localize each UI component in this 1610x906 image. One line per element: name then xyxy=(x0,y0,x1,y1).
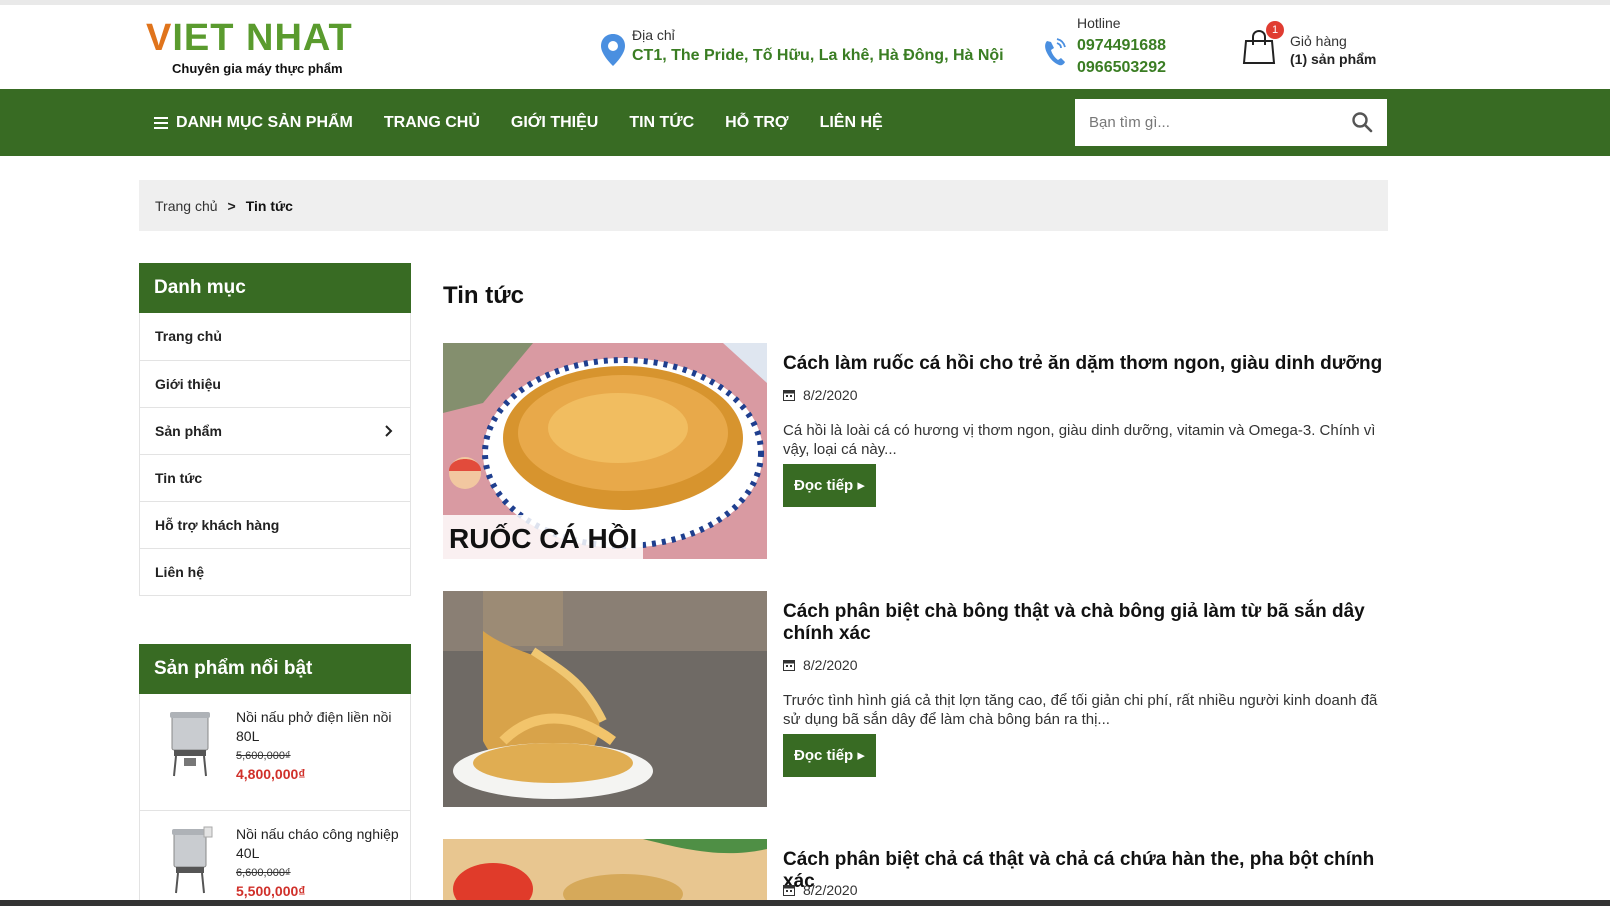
sidebar-featured: Sản phẩm nổi bật Nồi nấu phở điện liền n… xyxy=(139,644,411,906)
caret-right-icon: ▸ xyxy=(857,747,865,764)
sidebar-category-list: Trang chủ Giới thiệu Sản phẩm Tin tức Hỗ… xyxy=(139,313,411,596)
sidebar-item-support[interactable]: Hỗ trợ khách hàng xyxy=(140,501,410,548)
article-image[interactable] xyxy=(443,591,767,807)
svg-text:RUỐC CÁ HỒI: RUỐC CÁ HỒI xyxy=(449,522,637,554)
caret-right-icon: ▸ xyxy=(857,477,865,494)
featured-title: Sản phẩm nổi bật xyxy=(139,644,411,694)
article-date: 8/2/2020 xyxy=(783,882,858,898)
article-title[interactable]: Cách phân biệt chả cá thật và chả cá chứ… xyxy=(783,849,1383,893)
article-image-graphic xyxy=(443,839,767,900)
product-price: 4,800,000₫ xyxy=(236,766,306,782)
bottom-bar xyxy=(0,900,1610,906)
nav-item-about[interactable]: GIỚI THIỆU xyxy=(511,114,598,132)
hotline-number-2[interactable]: 0966503292 xyxy=(1077,59,1166,77)
featured-product[interactable]: Nồi nấu cháo công nghiệp 40L 6,600,000₫ … xyxy=(140,810,410,906)
breadcrumb: Trang chủ > Tin tức xyxy=(139,180,1388,231)
sidebar-item-products[interactable]: Sản phẩm xyxy=(140,407,410,454)
featured-list: Nồi nấu phở điện liền nồi 80L 5,600,000₫… xyxy=(139,694,411,906)
nav-menu: DANH MỤC SẢN PHẨM TRANG CHỦ GIỚI THIỆU T… xyxy=(154,89,914,156)
sidebar-categories: Danh mục Trang chủ Giới thiệu Sản phẩm T… xyxy=(139,263,411,596)
article-title[interactable]: Cách làm ruốc cá hồi cho trẻ ăn dặm thơm… xyxy=(783,353,1383,375)
hotline-number-1[interactable]: 0974491688 xyxy=(1077,37,1166,55)
article-image[interactable] xyxy=(443,839,767,900)
chevron-right-icon[interactable] xyxy=(384,425,394,437)
calendar-icon xyxy=(783,390,795,401)
article-date: 8/2/2020 xyxy=(783,387,858,403)
product-name[interactable]: Nồi nấu cháo công nghiệp 40L xyxy=(236,825,401,863)
article-date: 8/2/2020 xyxy=(783,657,858,673)
article-image[interactable]: RUỐC CÁ HỒI xyxy=(443,343,767,559)
product-name[interactable]: Nồi nấu phở điện liền nồi 80L xyxy=(236,708,401,746)
product-old-price: 6,600,000₫ xyxy=(236,867,291,879)
breadcrumb-separator: > xyxy=(227,197,236,214)
product-image[interactable] xyxy=(166,708,214,778)
sidebar-item-contact[interactable]: Liên hệ xyxy=(140,548,410,595)
logo-wordmark: VIET NHAT xyxy=(146,17,353,59)
cart-label: Giỏ hàng xyxy=(1290,33,1347,49)
nav-item-home[interactable]: TRANG CHỦ xyxy=(384,114,480,132)
sidebar-item-news[interactable]: Tin tức xyxy=(140,454,410,501)
product-price: 5,500,000₫ xyxy=(236,883,306,899)
article-excerpt: Trước tình hình giá cả thịt lợn tăng cao… xyxy=(783,692,1378,728)
article-title[interactable]: Cách phân biệt chà bông thật và chà bông… xyxy=(783,601,1383,645)
nav-item-categories[interactable]: DANH MỤC SẢN PHẨM xyxy=(154,114,353,132)
cart-badge: 1 xyxy=(1266,21,1284,39)
article-image-graphic xyxy=(443,591,767,807)
search-icon[interactable] xyxy=(1351,111,1373,133)
sidebar-item-about[interactable]: Giới thiệu xyxy=(140,360,410,407)
address-label: Địa chỉ xyxy=(632,27,675,43)
calendar-icon xyxy=(783,660,795,671)
article-card: RUỐC CÁ HỒI Cách làm ruốc cá hồi cho trẻ… xyxy=(443,343,1389,559)
breadcrumb-home[interactable]: Trang chủ xyxy=(155,198,218,214)
article-card: Cách phân biệt chả cá thật và chả cá chứ… xyxy=(443,839,1389,900)
nav-item-news[interactable]: TIN TỨC xyxy=(629,114,694,132)
sidebar-item-home[interactable]: Trang chủ xyxy=(140,313,410,360)
search-box xyxy=(1075,99,1387,146)
main-nav: DANH MỤC SẢN PHẨM TRANG CHỦ GIỚI THIỆU T… xyxy=(0,89,1610,156)
hamburger-icon xyxy=(154,116,168,129)
read-more-button[interactable]: Đọc tiếp ▸ xyxy=(783,734,876,777)
logo-tagline: Chuyên gia máy thực phẩm xyxy=(172,61,343,76)
nav-item-support[interactable]: HỖ TRỢ xyxy=(725,114,788,132)
hotline-label: Hotline xyxy=(1077,15,1121,31)
calendar-icon xyxy=(783,885,795,896)
phone-icon xyxy=(1045,38,1066,66)
cart-count: (1) sản phẩm xyxy=(1290,51,1377,67)
location-pin-icon xyxy=(601,34,625,66)
product-old-price: 5,600,000₫ xyxy=(236,750,291,762)
address-value: CT1, The Pride, Tố Hữu, La khê, Hà Đông,… xyxy=(632,47,1004,64)
site-header: VIET NHAT Chuyên gia máy thực phẩm Địa c… xyxy=(0,5,1610,89)
product-image[interactable] xyxy=(166,825,214,895)
cart-button[interactable]: 1 Giỏ hàng (1) sản phẩm xyxy=(1242,21,1402,71)
page-title: Tin tức xyxy=(443,282,524,309)
article-image-graphic: RUỐC CÁ HỒI xyxy=(443,343,767,559)
sidebar-category-title: Danh mục xyxy=(139,263,411,313)
site-logo[interactable]: VIET NHAT Chuyên gia máy thực phẩm xyxy=(146,17,376,77)
search-input[interactable] xyxy=(1075,99,1335,146)
featured-product[interactable]: Nồi nấu phở điện liền nồi 80L 5,600,000₫… xyxy=(140,694,410,810)
breadcrumb-current: Tin tức xyxy=(245,197,293,214)
article-excerpt: Cá hồi là loài cá có hương vị thơm ngon,… xyxy=(783,422,1376,458)
article-card: Cách phân biệt chà bông thật và chà bông… xyxy=(443,591,1389,807)
read-more-button[interactable]: Đọc tiếp ▸ xyxy=(783,464,876,507)
nav-item-contact[interactable]: LIÊN HỆ xyxy=(820,114,883,132)
